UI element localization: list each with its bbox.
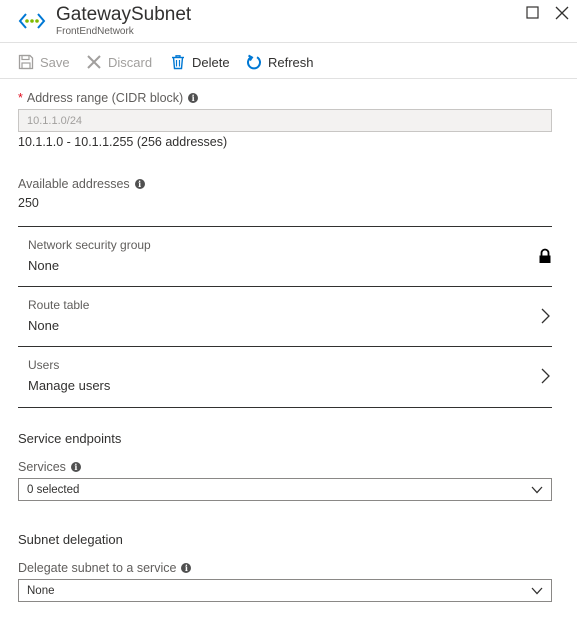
refresh-button[interactable]: Refresh — [246, 52, 314, 72]
info-icon[interactable]: i — [134, 179, 145, 189]
delegate-subnet-label: Delegate subnet to a service i — [18, 561, 192, 575]
info-icon[interactable]: i — [181, 563, 192, 573]
chevron-right-icon — [541, 368, 550, 384]
save-button[interactable]: Save — [18, 52, 70, 72]
row-value: Manage users — [28, 378, 111, 393]
row-value: None — [28, 318, 60, 333]
row-label: Network security group — [28, 238, 151, 252]
info-icon[interactable]: i — [70, 462, 81, 472]
save-label: Save — [40, 54, 70, 70]
services-label-text: Services — [18, 460, 66, 474]
delete-button[interactable]: Delete — [170, 52, 230, 72]
row-divider — [18, 407, 552, 408]
services-label: Services i — [18, 460, 81, 474]
discard-button[interactable]: Discard — [86, 52, 152, 72]
lock-icon — [539, 248, 551, 263]
save-icon — [18, 54, 34, 70]
address-range-summary: 10.1.1.0 - 10.1.1.255 (256 addresses) — [18, 135, 228, 149]
available-addresses-value: 250 — [18, 196, 39, 210]
chevron-down-icon — [531, 486, 543, 494]
close-icon[interactable] — [554, 5, 570, 21]
route-table-row[interactable]: Route table None — [18, 286, 552, 346]
required-marker: * — [18, 91, 23, 105]
address-range-input: 10.1.1.0/24 — [18, 109, 552, 132]
command-bar: Save Discard Delete Refresh — [0, 44, 577, 79]
delegate-subnet-dropdown-value: None — [27, 585, 55, 597]
delete-label: Delete — [192, 54, 230, 70]
available-addresses-label-text: Available addresses — [18, 177, 130, 191]
address-range-label-text: Address range (CIDR block) — [26, 91, 184, 105]
subnet-delegation-title: Subnet delegation — [18, 532, 123, 547]
discard-label: Discard — [108, 54, 153, 70]
chevron-right-icon — [541, 308, 550, 324]
discard-icon — [87, 55, 101, 69]
blade-title: GatewaySubnet — [56, 4, 192, 25]
maximize-icon[interactable] — [525, 5, 541, 21]
address-range-label: * Address range (CIDR block) i — [18, 91, 199, 105]
blade-subtitle: FrontEndNetwork — [56, 26, 134, 37]
row-value: None — [28, 258, 60, 273]
services-dropdown[interactable]: 0 selected — [18, 478, 552, 501]
info-icon[interactable]: i — [188, 93, 199, 103]
row-label: Route table — [28, 298, 90, 312]
network-security-group-row[interactable]: Network security group None — [18, 226, 552, 286]
services-dropdown-value: 0 selected — [27, 484, 80, 496]
delegate-subnet-dropdown[interactable]: None — [18, 579, 552, 602]
trash-icon — [172, 55, 184, 70]
chevron-down-icon — [531, 587, 543, 595]
blade-header: GatewaySubnet FrontEndNetwork — [0, 0, 577, 43]
users-row[interactable]: Users Manage users — [18, 346, 552, 407]
refresh-icon — [247, 54, 261, 70]
delegate-subnet-label-text: Delegate subnet to a service — [18, 561, 177, 575]
row-label: Users — [28, 358, 60, 372]
subnet-icon — [18, 13, 46, 29]
available-addresses-label: Available addresses i — [18, 177, 145, 191]
service-endpoints-title: Service endpoints — [18, 431, 122, 446]
refresh-label: Refresh — [268, 54, 314, 70]
